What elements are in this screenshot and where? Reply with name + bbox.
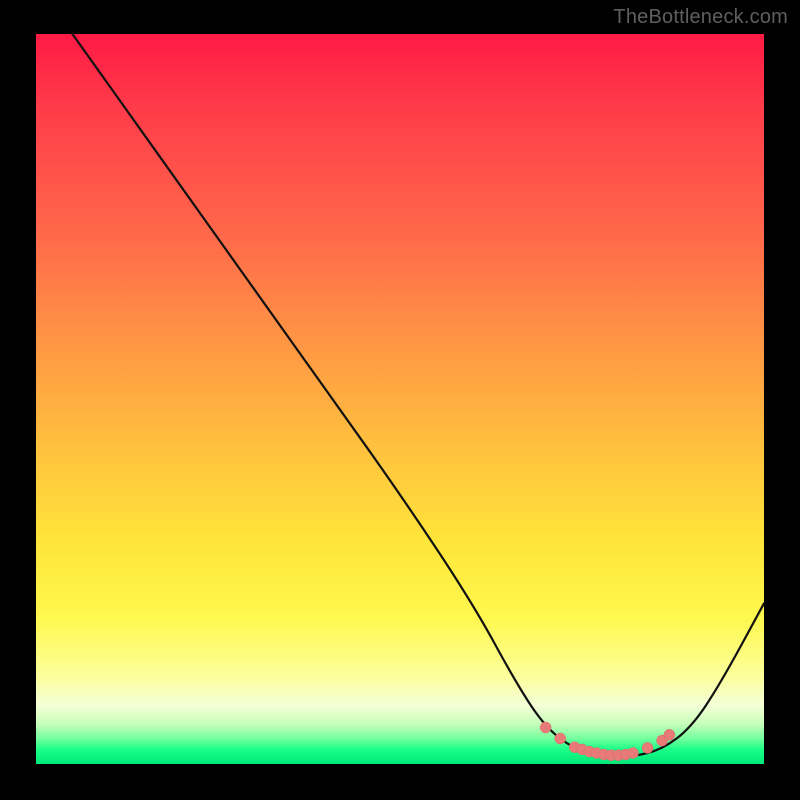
highlight-points <box>540 722 675 761</box>
highlight-point <box>628 748 639 759</box>
bottleneck-curve <box>72 34 764 757</box>
curve-layer <box>36 34 764 764</box>
watermark-text: TheBottleneck.com <box>613 6 788 29</box>
highlight-point <box>540 722 551 733</box>
highlight-point <box>642 742 653 753</box>
chart-frame: TheBottleneck.com <box>0 0 800 800</box>
plot-area <box>36 34 764 764</box>
highlight-point <box>555 733 566 744</box>
highlight-point <box>664 729 675 740</box>
